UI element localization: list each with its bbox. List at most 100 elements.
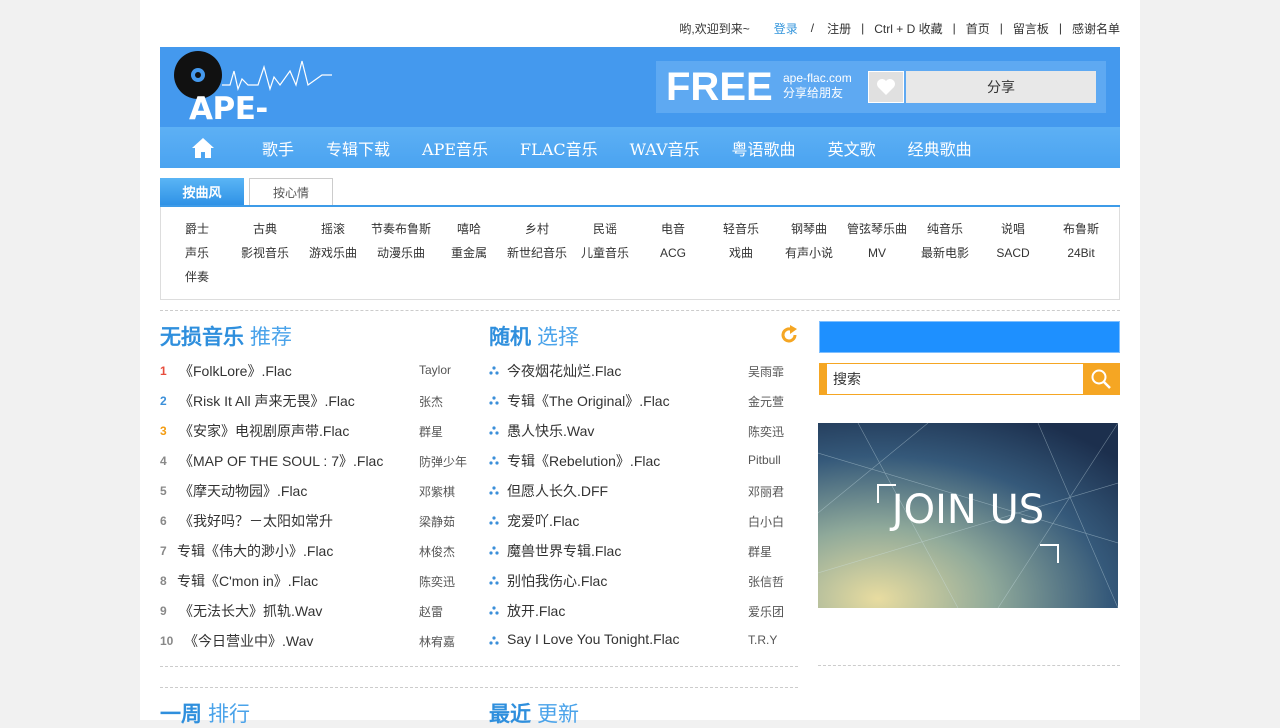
genre-item[interactable]: 电音: [639, 217, 707, 241]
song-title-link[interactable]: Say I Love You Tonight.Flac: [507, 631, 680, 647]
login-link[interactable]: 登录: [774, 20, 798, 37]
thanks-link[interactable]: 感谢名单: [1072, 20, 1120, 37]
genre-item[interactable]: 嘻哈: [435, 217, 503, 241]
search-button[interactable]: [1083, 364, 1119, 394]
recommend-row[interactable]: 2 《Risk It All 声来无畏》.Flac 张杰: [160, 386, 460, 416]
genre-item[interactable]: 乡村: [503, 217, 571, 241]
artist-name[interactable]: 张杰: [419, 393, 443, 410]
genre-item[interactable]: 戏曲: [707, 241, 775, 265]
recommend-row[interactable]: 4 《MAP OF THE SOUL : 7》.Flac 防弹少年: [160, 446, 467, 476]
artist-name[interactable]: Taylor: [419, 363, 451, 377]
heart-button[interactable]: [868, 71, 904, 103]
genre-item[interactable]: 有声小说: [775, 241, 843, 265]
nav-item[interactable]: FLAC音乐: [504, 136, 614, 160]
song-title-link[interactable]: 但愿人长久.DFF: [507, 481, 608, 501]
nav-item[interactable]: 经典歌曲: [892, 136, 988, 160]
artist-name[interactable]: 白小白: [748, 513, 784, 530]
tab-by-style[interactable]: 按曲风: [160, 178, 244, 205]
recommend-row[interactable]: 6 《我好吗？－太阳如常升 梁静茹: [160, 506, 460, 536]
random-row[interactable]: Say I Love You Tonight.Flac T.R.Y: [489, 626, 799, 656]
genre-item[interactable]: 管弦琴乐曲: [843, 217, 911, 241]
genre-item[interactable]: 古典: [231, 217, 299, 241]
song-title-link[interactable]: 放开.Flac: [507, 601, 565, 621]
recommend-row[interactable]: 7 专辑《伟大的渺小》.Flac 林俊杰: [160, 536, 460, 566]
genre-item[interactable]: 轻音乐: [707, 217, 775, 241]
guestbook-link[interactable]: 留言板: [1013, 20, 1049, 37]
artist-name[interactable]: 邓紫棋: [419, 483, 455, 500]
artist-name[interactable]: 吴雨霏: [748, 363, 784, 380]
tab-by-mood[interactable]: 按心情: [249, 178, 333, 205]
album-title-link[interactable]: 《MAP OF THE SOUL : 7》.Flac: [179, 451, 383, 471]
random-row[interactable]: 愚人快乐.Wav 陈奕迅: [489, 416, 799, 446]
genre-item[interactable]: 游戏乐曲: [299, 241, 367, 265]
genre-item[interactable]: 布鲁斯: [1047, 217, 1115, 241]
nav-item[interactable]: 英文歌: [812, 136, 892, 160]
nav-item[interactable]: 专辑下载: [310, 136, 406, 160]
album-title-link[interactable]: 专辑《伟大的渺小》.Flac: [177, 541, 333, 561]
artist-name[interactable]: 群星: [748, 543, 772, 560]
nav-item[interactable]: 歌手: [246, 136, 310, 160]
artist-name[interactable]: 赵雷: [419, 603, 443, 620]
genre-item[interactable]: MV: [843, 241, 911, 265]
song-title-link[interactable]: 今夜烟花灿烂.Flac: [507, 361, 621, 381]
genre-item[interactable]: 爵士: [163, 217, 231, 241]
song-title-link[interactable]: 宠爱吖.Flac: [507, 511, 579, 531]
bookmark-link[interactable]: Ctrl + D 收藏: [874, 20, 942, 37]
random-row[interactable]: 魔兽世界专辑.Flac 群星: [489, 536, 799, 566]
nav-item[interactable]: APE音乐: [406, 136, 504, 160]
recommend-row[interactable]: 9 《无法长大》抓轨.Wav 赵雷: [160, 596, 460, 626]
album-title-link[interactable]: 专辑《C'mon in》.Flac: [177, 571, 318, 591]
artist-name[interactable]: 爱乐团: [748, 603, 784, 620]
home-link[interactable]: 首页: [966, 20, 990, 37]
artist-name[interactable]: 林宥嘉: [419, 633, 455, 650]
random-row[interactable]: 别怕我伤心.Flac 张信哲: [489, 566, 799, 596]
artist-name[interactable]: 防弹少年: [419, 453, 467, 470]
recommend-row[interactable]: 8 专辑《C'mon in》.Flac 陈奕迅: [160, 566, 460, 596]
album-title-link[interactable]: 《今日营业中》.Wav: [184, 631, 313, 651]
genre-item[interactable]: 动漫乐曲: [367, 241, 435, 265]
recommend-row[interactable]: 10 《今日营业中》.Wav 林宥嘉: [160, 626, 460, 656]
random-row[interactable]: 放开.Flac 爱乐团: [489, 596, 799, 626]
artist-name[interactable]: 邓丽君: [748, 483, 784, 500]
artist-name[interactable]: 陈奕迅: [748, 423, 784, 440]
search-input[interactable]: [827, 364, 1083, 394]
random-row[interactable]: 宠爱吖.Flac 白小白: [489, 506, 799, 536]
genre-item[interactable]: 说唱: [979, 217, 1047, 241]
album-title-link[interactable]: 《无法长大》抓轨.Wav: [179, 601, 322, 621]
song-title-link[interactable]: 魔兽世界专辑.Flac: [507, 541, 621, 561]
genre-item[interactable]: 声乐: [163, 241, 231, 265]
album-title-link[interactable]: 《我好吗？－太阳如常升: [179, 511, 333, 531]
genre-item[interactable]: 伴奏: [163, 265, 231, 289]
album-title-link[interactable]: 《Risk It All 声来无畏》.Flac: [179, 391, 355, 411]
recommend-row[interactable]: 3 《安家》电视剧原声带.Flac 群星: [160, 416, 460, 446]
genre-item[interactable]: 新世纪音乐: [503, 241, 571, 265]
recommend-row[interactable]: 5 《摩天动物园》.Flac 邓紫棋: [160, 476, 460, 506]
join-us-banner[interactable]: JOIN US: [818, 423, 1118, 608]
site-logo[interactable]: APE-FLAC: [172, 51, 347, 163]
song-title-link[interactable]: 专辑《Rebelution》.Flac: [507, 451, 660, 471]
nav-item[interactable]: WAV音乐: [614, 136, 716, 160]
refresh-icon[interactable]: [778, 324, 800, 346]
genre-item[interactable]: 纯音乐: [911, 217, 979, 241]
artist-name[interactable]: Pitbull: [748, 453, 781, 467]
artist-name[interactable]: 金元萱: [748, 393, 784, 410]
genre-item[interactable]: 重金属: [435, 241, 503, 265]
artist-name[interactable]: T.R.Y: [748, 633, 777, 647]
random-row[interactable]: 专辑《Rebelution》.Flac Pitbull: [489, 446, 799, 476]
nav-home[interactable]: [160, 127, 246, 168]
register-link[interactable]: 注册: [827, 20, 851, 37]
genre-item[interactable]: SACD: [979, 241, 1047, 265]
genre-item[interactable]: 摇滚: [299, 217, 367, 241]
album-title-link[interactable]: 《摩天动物园》.Flac: [179, 481, 307, 501]
genre-item[interactable]: 影视音乐: [231, 241, 299, 265]
genre-item[interactable]: 民谣: [571, 217, 639, 241]
genre-item[interactable]: 最新电影: [911, 241, 979, 265]
genre-item[interactable]: 节奏布鲁斯: [367, 217, 435, 241]
artist-name[interactable]: 群星: [419, 423, 443, 440]
album-title-link[interactable]: 《安家》电视剧原声带.Flac: [179, 421, 349, 441]
random-row[interactable]: 今夜烟花灿烂.Flac 吴雨霏: [489, 356, 799, 386]
album-title-link[interactable]: 《FolkLore》.Flac: [179, 361, 292, 381]
song-title-link[interactable]: 专辑《The Original》.Flac: [507, 391, 670, 411]
genre-item[interactable]: 儿童音乐: [571, 241, 639, 265]
genre-item[interactable]: 钢琴曲: [775, 217, 843, 241]
